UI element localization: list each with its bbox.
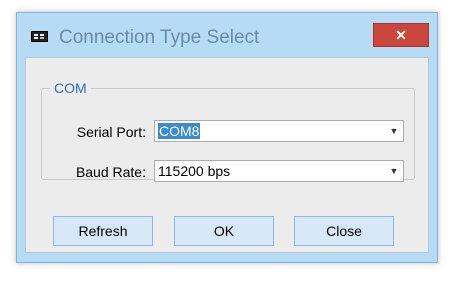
serial-port-value: COM8 <box>158 123 201 139</box>
dialog-client-area: COM Serial Port: COM8 ▼ Baud Rate: 11520… <box>25 57 429 253</box>
app-icon <box>31 31 48 42</box>
serial-port-label: Serial Port: <box>76 124 146 140</box>
chevron-down-icon[interactable]: ▼ <box>385 121 403 141</box>
close-icon: ✕ <box>395 26 407 43</box>
window-title: Connection Type Select <box>59 27 260 48</box>
baud-rate-value: 115200 bps <box>158 163 231 179</box>
baud-rate-select[interactable]: 115200 bps ▼ <box>154 160 404 182</box>
window-close-button[interactable]: ✕ <box>373 23 429 47</box>
dialog-window: Connection Type Select ✕ COM Serial Port… <box>16 12 438 263</box>
title-bar[interactable]: Connection Type Select ✕ <box>17 13 437 53</box>
com-group-legend: COM <box>50 80 91 96</box>
serial-port-select[interactable]: COM8 ▼ <box>154 120 404 142</box>
ok-button[interactable]: OK <box>174 216 274 246</box>
close-button[interactable]: Close <box>294 216 394 246</box>
refresh-button[interactable]: Refresh <box>53 216 153 246</box>
chevron-down-icon[interactable]: ▼ <box>385 161 403 181</box>
baud-rate-label: Baud Rate: <box>75 164 146 180</box>
